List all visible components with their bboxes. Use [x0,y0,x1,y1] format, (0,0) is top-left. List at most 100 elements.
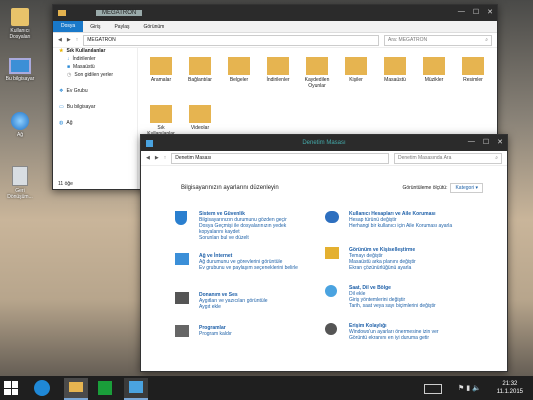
nav-homegroup[interactable]: ❖ Ev Grubu [53,87,137,95]
links-folder-icon [189,57,211,75]
cp-address-row: ◀ ▶ ↑ Denetim Masası Denetim Masasında A… [141,151,507,166]
videos-folder-icon [189,105,211,123]
nav-recent[interactable]: ◷ Son gidilen yerler [53,71,137,79]
desktop-icon-network[interactable]: Ağ [2,112,38,138]
gear-icon [325,323,337,335]
desktop-icon-recycle-bin[interactable]: Geri Dönüşüm... [2,166,38,200]
close-icon[interactable]: ✕ [487,8,493,16]
control-panel-icon [129,381,143,393]
search-input[interactable]: Denetim Masasında Ara ⌕ [394,152,502,164]
ribbon-tabs: Dosya Giriş Paylaş Görünüm [53,21,497,33]
category-system-security[interactable]: Sistem ve Güvenlik Bilgisayarınızın duru… [175,211,311,241]
category-hardware-sound[interactable]: Donanım ve Ses Aygıtları ve yazıcıları g… [175,292,311,310]
pictures-folder-icon [462,57,484,75]
maximize-icon[interactable]: ☐ [473,8,479,16]
status-bar: 11 öğe [58,181,73,187]
category-network-internet[interactable]: Ağ ve İnternet Ağ durumunu ve görevlerin… [175,253,311,271]
folder-music[interactable]: Müzikler [418,57,450,83]
downloads-folder-icon [267,57,289,75]
nav-favorites[interactable]: ★ Sık Kullanılanlar [53,47,137,55]
tray-icons[interactable]: ⚑ ▮ 🔈 [458,384,481,392]
folder-desktop[interactable]: Masaüstü [379,57,411,83]
explorer-titlebar[interactable]: MEGATRON — ☐ ✕ [53,5,497,21]
shield-icon [175,211,187,225]
control-panel-window: Denetim Masası — ☐ ✕ ◀ ▶ ↑ Denetim Masası … [140,134,508,372]
search-folder-icon [150,57,172,75]
minimize-icon[interactable]: — [458,8,465,16]
store-icon [98,381,112,395]
minimize-icon[interactable]: — [468,138,475,146]
star-icon: ★ [59,48,64,54]
desktop-icon-this-pc[interactable]: Bu bilgisayar [2,58,38,82]
folder-videos[interactable]: Videolar [184,105,216,131]
tab-view[interactable]: Görünüm [136,24,171,30]
forward-icon[interactable]: ▶ [67,37,71,43]
desktop-icon-user-files[interactable]: Kullanıcı Dosyaları [2,8,38,40]
explorer-title: MEGATRON [96,10,143,16]
category-user-accounts[interactable]: Kullanıcı Hesapları ve Aile Koruması Hes… [325,211,471,229]
network-globe-icon [175,253,189,265]
desktop-icon: ■ [67,64,71,70]
computer-icon [9,58,31,74]
view-by: Görüntüleme ölçütü: Kategori ▾ [402,183,483,193]
close-icon[interactable]: ✕ [497,138,503,146]
nav-this-pc[interactable]: ▭ Bu bilgisayar [53,103,137,111]
nav-downloads[interactable]: ↓ İndirilenler [53,55,137,63]
appearance-icon [325,247,339,259]
back-icon[interactable]: ◀ [146,155,150,161]
folder-saved-games[interactable]: Kaydedilen Oyunlar [301,57,333,89]
page-heading: Bilgisayarınızın ayarlarını düzenleyin [181,185,279,191]
explorer-taskbar-button[interactable] [64,378,88,400]
contacts-folder-icon [345,57,367,75]
tab-home[interactable]: Giriş [83,24,107,30]
documents-folder-icon [228,57,250,75]
desktop-folder-icon [384,57,406,75]
address-bar[interactable]: Denetim Masası [171,152,389,164]
folder-searches[interactable]: Aramalar [145,57,177,83]
ie-taskbar-button[interactable] [34,380,50,396]
folder-links[interactable]: Bağlantılar [184,57,216,83]
category-appearance[interactable]: Görünüm ve Kişiselleştirme Temayı değişt… [325,247,471,271]
navigation-pane: ★ Sık Kullanılanlar ↓ İndirilenler ■ Masaüs… [53,47,138,189]
category-programs[interactable]: Programlar Program kaldır [175,325,311,337]
printer-icon [175,292,189,304]
clock[interactable]: 21:32 11.1.2015 [497,380,523,396]
music-folder-icon [423,57,445,75]
nav-desktop[interactable]: ■ Masaüstü [53,63,137,71]
network-globe-icon [11,112,29,130]
users-icon [325,211,339,223]
category-clock-language[interactable]: Saat, Dil ve Bölge Dil ekle Giriş yöntem… [325,285,471,309]
folder-favorites[interactable]: Sık Kullanılanlar [145,105,177,137]
tab-share[interactable]: Paylaş [107,24,136,30]
nav-network[interactable]: ◍ Ağ [53,119,137,127]
category-ease-of-access[interactable]: Erişim Kolaylığı Windows'un ayarları öne… [325,323,471,341]
maximize-icon[interactable]: ☐ [483,138,489,146]
keyboard-icon[interactable] [424,384,442,394]
up-icon[interactable]: ↑ [76,37,79,43]
control-panel-taskbar-button[interactable] [124,378,148,400]
store-taskbar-button[interactable] [96,379,114,397]
clock-globe-icon [325,285,337,297]
address-bar[interactable]: MEGATRON [83,34,379,46]
folder-pictures[interactable]: Resimler [457,57,489,83]
address-row: ◀ ▶ ↑ MEGATRON Ara: MEGATRON ⌕ [53,33,497,48]
view-by-dropdown[interactable]: Kategori ▾ [450,183,483,193]
start-button[interactable] [4,381,18,395]
folder-downloads[interactable]: İndirilenler [262,57,294,83]
up-icon[interactable]: ↑ [164,155,167,161]
search-icon: ⌕ [485,37,488,43]
folder-icon [58,10,66,16]
tab-file[interactable]: Dosya [53,21,84,32]
download-icon: ↓ [67,56,70,62]
back-icon[interactable]: ◀ [58,37,62,43]
user-folder-icon [11,8,29,26]
programs-icon [175,325,189,337]
search-input[interactable]: Ara: MEGATRON ⌕ [384,34,492,46]
folder-documents[interactable]: Belgeler [223,57,255,83]
internet-explorer-icon [34,380,50,396]
control-panel-titlebar[interactable]: Denetim Masası — ☐ ✕ [141,135,507,151]
folder-contacts[interactable]: Kişiler [340,57,372,83]
recycle-bin-icon [12,166,28,186]
file-explorer-icon [69,382,83,392]
forward-icon[interactable]: ▶ [155,155,159,161]
